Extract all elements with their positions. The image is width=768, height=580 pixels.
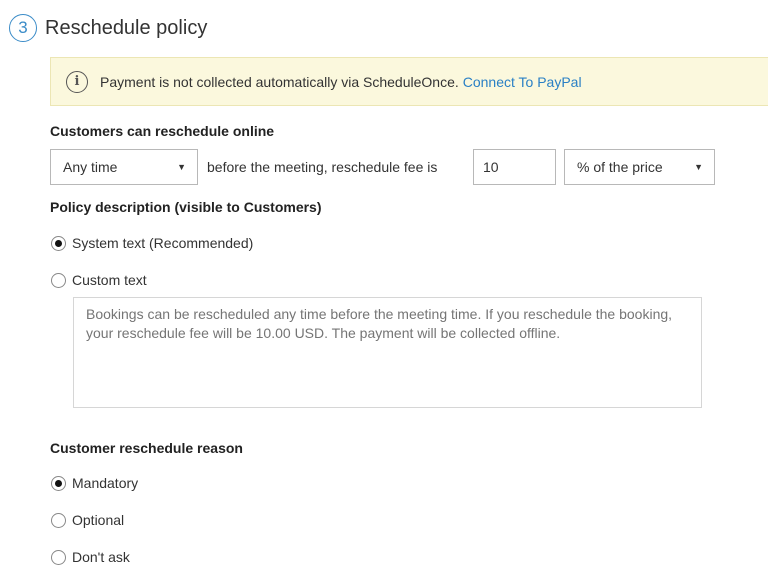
fee-unit-select[interactable]: % of the price ▼ [564,149,715,185]
reschedule-reason-label: Customer reschedule reason [50,440,243,456]
info-icon: i [66,70,88,93]
reschedule-fee-text: before the meeting, reschedule fee is [207,159,438,175]
radio-button-checked[interactable] [51,235,66,251]
radio-button[interactable] [51,549,66,565]
radio-mandatory[interactable]: Mandatory [51,475,138,491]
radio-system-text[interactable]: System text (Recommended) [51,235,253,251]
policy-description-label: Policy description (visible to Customers… [50,199,322,215]
caret-down-icon: ▼ [694,162,703,172]
connect-paypal-link[interactable]: Connect To PayPal [463,74,582,90]
caret-down-icon: ▼ [177,162,186,172]
section-header: 3 Reschedule policy [9,13,207,43]
reschedule-time-value: Any time [63,159,118,175]
radio-button-checked[interactable] [51,475,66,491]
radio-button[interactable] [51,512,66,528]
radio-optional[interactable]: Optional [51,512,124,528]
radio-label: Custom text [72,272,147,288]
radio-button[interactable] [51,272,66,288]
payment-info-banner: i Payment is not collected automatically… [50,57,768,106]
radio-custom-text[interactable]: Custom text [51,272,147,288]
custom-text-textarea[interactable] [73,297,702,408]
banner-message: Payment is not collected automatically v… [100,73,459,90]
reschedule-time-select[interactable]: Any time ▼ [50,149,198,185]
radio-label: Don't ask [72,549,130,565]
radio-dont-ask[interactable]: Don't ask [51,549,130,565]
section-title: Reschedule policy [45,16,208,39]
step-number-badge: 3 [9,14,37,42]
reschedule-fee-input[interactable] [473,149,556,185]
radio-label: Mandatory [72,475,139,491]
reschedule-online-label: Customers can reschedule online [50,123,275,139]
radio-label: System text (Recommended) [72,235,254,251]
fee-unit-value: % of the price [577,159,663,175]
radio-label: Optional [72,512,125,528]
